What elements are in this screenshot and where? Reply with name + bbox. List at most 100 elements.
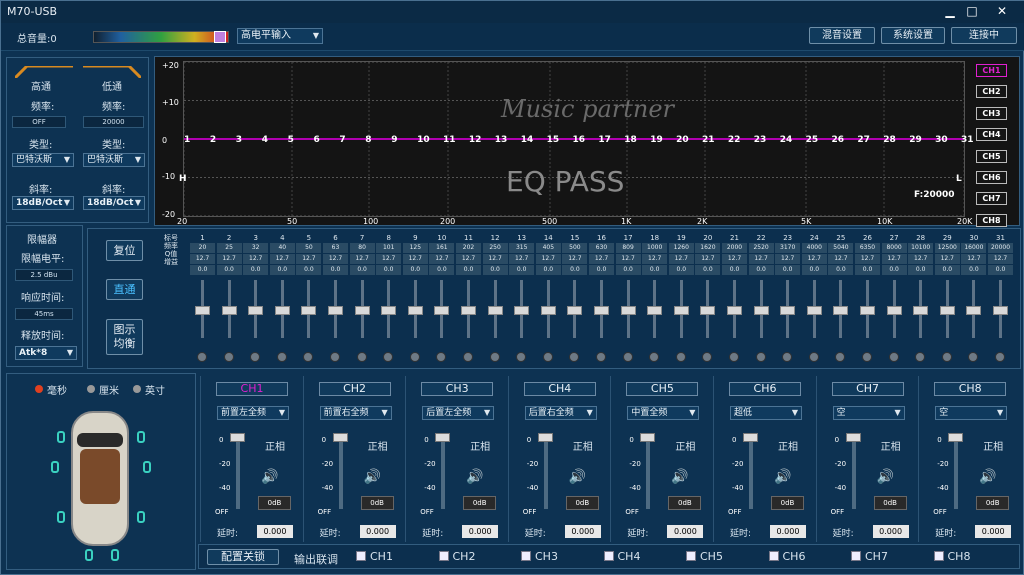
band-freq[interactable]: 12500: [934, 243, 960, 253]
connect-status-button[interactable]: 连接中: [951, 27, 1017, 44]
speaker-icon[interactable]: [143, 461, 151, 473]
band-slider[interactable]: [775, 278, 800, 340]
band-number[interactable]: 4: [262, 135, 268, 145]
speaker-volume-icon[interactable]: 🔊: [877, 469, 894, 485]
slider-thumb[interactable]: [966, 306, 982, 315]
cm-radio[interactable]: [87, 385, 95, 393]
band-slider[interactable]: [828, 278, 853, 340]
inch-radio[interactable]: [133, 385, 141, 393]
band-gain[interactable]: 0.0: [323, 265, 348, 275]
band-freq[interactable]: 405: [535, 243, 561, 253]
band-number[interactable]: 2: [210, 135, 216, 145]
band-slider[interactable]: [961, 278, 986, 340]
speaker-volume-icon[interactable]: 🔊: [671, 469, 688, 485]
band-slider[interactable]: [562, 278, 587, 340]
slider-thumb[interactable]: [221, 306, 237, 315]
band-slider[interactable]: [429, 278, 454, 340]
band-number[interactable]: 16: [573, 135, 586, 145]
band-knob[interactable]: [941, 352, 952, 362]
band-q[interactable]: 12.7: [402, 254, 428, 264]
output-volume-thumb[interactable]: [230, 433, 245, 442]
phase-label[interactable]: 正相: [368, 438, 388, 453]
band-freq[interactable]: 1260: [668, 243, 694, 253]
band-freq[interactable]: 32: [243, 243, 269, 253]
band-q[interactable]: 12.7: [695, 254, 721, 264]
speaker-position-select[interactable]: 前置左全频: [217, 406, 289, 420]
channel-select-ch6[interactable]: CH6: [976, 171, 1007, 184]
slider-thumb[interactable]: [301, 306, 317, 315]
speaker-icon[interactable]: [137, 431, 145, 443]
band-q[interactable]: 12.7: [881, 254, 907, 264]
band-slider[interactable]: [988, 278, 1013, 340]
band-gain[interactable]: 0.0: [376, 265, 402, 275]
band-q[interactable]: 12.7: [323, 254, 348, 264]
band-slider[interactable]: [217, 278, 242, 340]
slider-thumb[interactable]: [753, 306, 769, 315]
link-checkbox-ch7[interactable]: [851, 551, 861, 561]
band-slider[interactable]: [243, 278, 268, 340]
slider-thumb[interactable]: [487, 306, 503, 315]
phase-label[interactable]: 正相: [778, 438, 798, 453]
band-freq[interactable]: 1620: [695, 243, 721, 253]
band-q[interactable]: 12.7: [535, 254, 561, 264]
band-knob[interactable]: [622, 352, 633, 362]
phase-label[interactable]: 正相: [573, 438, 593, 453]
slider-thumb[interactable]: [248, 306, 264, 315]
speaker-position-select[interactable]: 超低: [730, 406, 802, 420]
band-q[interactable]: 12.7: [801, 254, 827, 264]
band-knob[interactable]: [330, 352, 340, 362]
slider-thumb[interactable]: [461, 306, 476, 315]
band-gain[interactable]: 0.0: [509, 265, 535, 275]
band-q[interactable]: 12.7: [482, 254, 508, 264]
band-knob[interactable]: [675, 352, 686, 362]
band-gain[interactable]: 0.0: [695, 265, 721, 275]
band-number[interactable]: 5: [288, 135, 294, 145]
slider-thumb[interactable]: [993, 306, 1008, 315]
output-channel-title[interactable]: CH4: [523, 382, 596, 396]
band-q[interactable]: 12.7: [642, 254, 668, 264]
band-number[interactable]: 1: [184, 135, 190, 145]
band-gain[interactable]: 0.0: [855, 265, 880, 275]
speaker-position-select[interactable]: 空: [832, 406, 905, 420]
band-slider[interactable]: [536, 278, 561, 340]
hp-freq-field[interactable]: OFF: [12, 116, 66, 128]
slider-thumb[interactable]: [594, 306, 609, 315]
speaker-icon[interactable]: [85, 549, 93, 561]
band-number[interactable]: 8: [365, 135, 371, 145]
link-checkbox-ch1[interactable]: [356, 551, 366, 561]
band-gain[interactable]: 0.0: [722, 265, 747, 275]
band-q[interactable]: 12.7: [269, 254, 295, 264]
band-number[interactable]: 31: [961, 135, 974, 145]
slider-thumb[interactable]: [274, 306, 290, 315]
band-number[interactable]: 10: [417, 135, 430, 145]
output-volume-thumb[interactable]: [948, 433, 964, 442]
speaker-position-select[interactable]: 中置全频: [627, 406, 700, 420]
band-gain[interactable]: 0.0: [934, 265, 960, 275]
band-freq[interactable]: 25: [216, 243, 242, 253]
band-gain[interactable]: 0.0: [668, 265, 694, 275]
band-q[interactable]: 12.7: [509, 254, 535, 264]
band-slider[interactable]: [908, 278, 933, 340]
delay-field[interactable]: 0.000: [872, 525, 909, 538]
band-gain[interactable]: 0.0: [296, 265, 322, 275]
slider-thumb[interactable]: [328, 306, 343, 315]
speaker-icon[interactable]: [137, 511, 145, 523]
band-q[interactable]: 12.7: [456, 254, 481, 264]
band-slider[interactable]: [802, 278, 827, 340]
band-knob[interactable]: [276, 352, 287, 362]
band-knob[interactable]: [356, 352, 367, 362]
band-slider[interactable]: [855, 278, 880, 340]
output-volume-thumb[interactable]: [435, 433, 451, 442]
band-gain[interactable]: 0.0: [562, 265, 588, 275]
band-gain[interactable]: 0.0: [881, 265, 907, 275]
band-freq[interactable]: 80: [349, 243, 375, 253]
band-freq[interactable]: 630: [589, 243, 614, 253]
band-freq[interactable]: 500: [562, 243, 588, 253]
band-q[interactable]: 12.7: [296, 254, 322, 264]
band-number[interactable]: 24: [780, 135, 793, 145]
minimize-button[interactable]: ▁: [939, 3, 961, 19]
band-freq[interactable]: 20000: [988, 243, 1013, 253]
band-freq[interactable]: 50: [296, 243, 322, 253]
band-slider[interactable]: [935, 278, 960, 340]
close-button[interactable]: ✕: [991, 3, 1013, 19]
